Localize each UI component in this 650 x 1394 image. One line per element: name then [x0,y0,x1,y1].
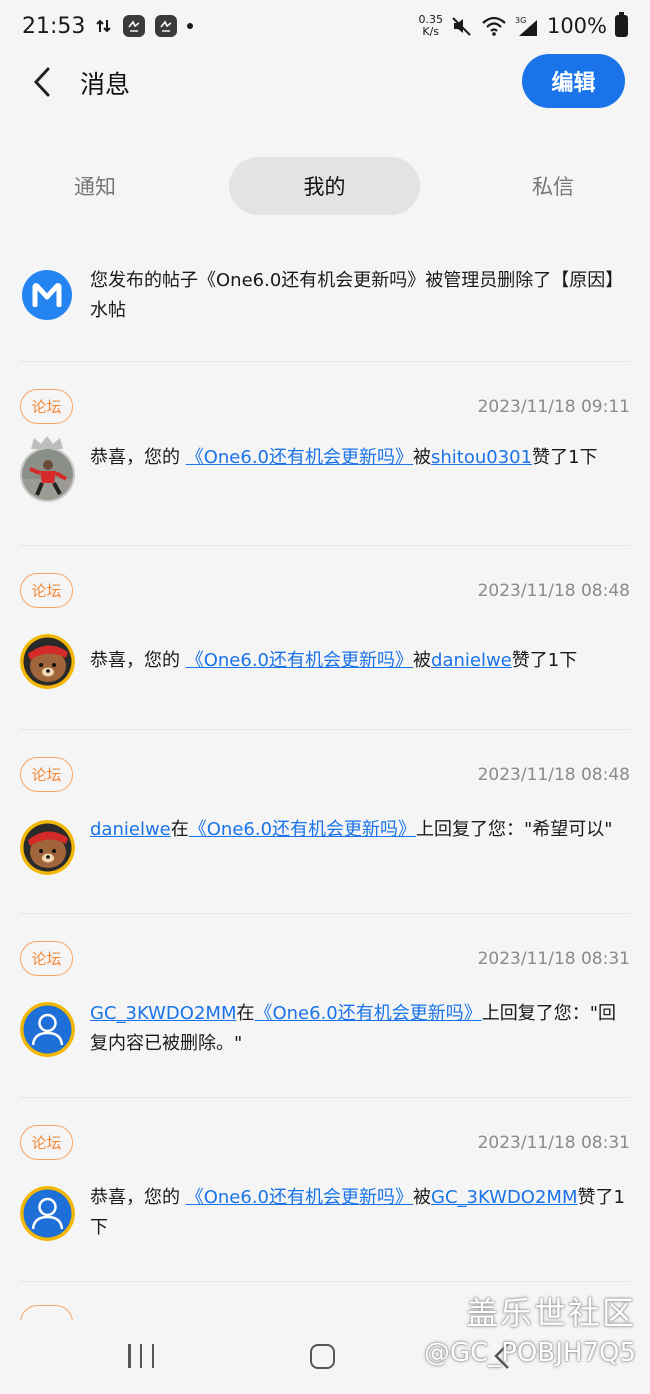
status-time: 21:53 [22,13,86,39]
message-middle: 被 [413,447,432,468]
divider [20,913,630,914]
speed-unit: K/s [422,25,440,38]
divider [20,1281,630,1282]
crown-icon [31,436,63,449]
members-logo-avatar [22,270,72,320]
data-transfer-icon [96,19,112,33]
default-user-avatar [20,1186,75,1241]
message-prefix: 恭喜，您的 [90,447,186,468]
list-item[interactable]: 论坛 2023/11/18 08:48 恭喜，您的 《One6.0还有机会更新吗… [0,573,650,693]
user-avatar[interactable] [20,634,75,689]
edit-button[interactable]: 编辑 [522,54,625,108]
status-bar: 21:53 0.35 K/s 3G 100% [0,0,650,52]
m-logo-icon [32,283,62,307]
home-button[interactable] [310,1344,335,1369]
notification-text: 恭喜，您的 《One6.0还有机会更新吗》被danielwe赞了1下 [90,646,630,676]
more-notifications-dot [187,23,194,29]
watermark-user: @GC_POBJH7Q5 [423,1338,636,1368]
app-notification-icon [155,15,178,37]
message-suffix: 赞了1下 [511,650,578,671]
post-link[interactable]: 《One6.0还有机会更新吗》 [186,1187,413,1208]
watermark-title: 盖乐世社区 [465,1294,636,1332]
network-type: 3G [515,16,526,25]
list-item[interactable]: 论坛 2023/11/18 08:48 danielwe在《One6.0还有机会… [0,757,650,887]
user-link[interactable]: danielwe [431,650,512,671]
user-avatar[interactable] [20,820,75,875]
status-right: 0.35 K/s 3G 100% [418,12,628,38]
message-middle: 在 [236,1003,255,1024]
forum-tag: 论坛 [20,1125,73,1160]
notification-text: 恭喜，您的 《One6.0还有机会更新吗》被GC_3KWDO2MM赞了1下 [90,1183,630,1243]
tab-notifications[interactable]: 通知 [20,157,170,215]
forum-tag: 论坛 [20,389,73,424]
message-suffix: 赞了1下 [532,447,598,468]
back-button[interactable] [24,62,60,102]
chevron-left-icon [33,67,50,97]
timestamp: 2023/11/18 08:31 [477,949,630,969]
app-notification-icon [123,15,146,37]
divider [20,545,630,546]
list-item[interactable]: 论坛 2023/11/18 08:31 GC_3KWDO2MM在《One6.0还… [0,941,650,1071]
message-suffix: 上回复了您："希望可以" [416,819,613,840]
wifi-icon [482,16,506,36]
notification-text: danielwe在《One6.0还有机会更新吗》上回复了您："希望可以" [90,815,630,845]
default-user-avatar [20,1002,75,1057]
battery-icon [615,12,628,37]
timestamp: 2023/11/18 08:48 [477,765,630,785]
mute-icon [452,17,471,36]
header: 消息 编辑 [0,52,650,112]
message-middle: 被 [413,1187,432,1208]
notification-text: GC_3KWDO2MM在《One6.0还有机会更新吗》上回复了您："回复内容已被… [90,999,630,1059]
message-middle: 被 [413,650,432,671]
post-link[interactable]: 《One6.0还有机会更新吗》 [186,447,413,468]
status-left: 21:53 [22,13,194,39]
signal-icon: 3G [515,16,537,36]
divider [20,1097,630,1098]
forum-tag: 论坛 [20,941,73,976]
list-item[interactable]: 论坛 2023/11/18 08:31 恭喜，您的 《One6.0还有机会更新吗… [0,1125,650,1255]
brown-bear-avatar [20,634,75,689]
tab-private-messages[interactable]: 私信 [478,157,628,215]
message-middle: 在 [170,819,189,840]
message-prefix: 恭喜，您的 [90,650,186,671]
divider [20,729,630,730]
post-link[interactable]: 《One6.0还有机会更新吗》 [189,819,416,840]
forum-tag: 论坛 [20,757,73,792]
page-title: 消息 [80,70,131,99]
timestamp: 2023/11/18 08:48 [477,581,630,601]
tab-mine[interactable]: 我的 [229,157,420,215]
timestamp: 2023/11/18 09:11 [477,397,630,417]
forum-tag: 论坛 [20,573,73,608]
user-link[interactable]: shitou0301 [431,447,532,468]
system-message[interactable]: 您发布的帖子《One6.0还有机会更新吗》被管理员删除了【原因】水帖 [0,262,650,362]
user-avatar[interactable] [20,436,75,502]
user-avatar[interactable] [20,1186,75,1241]
network-speed: 0.35 K/s [418,14,443,38]
post-link[interactable]: 《One6.0还有机会更新吗》 [254,1003,481,1024]
user-link[interactable]: GC_3KWDO2MM [431,1187,577,1208]
list-item[interactable]: 论坛 2023/11/18 09:11 恭喜，您的 《One6.0还有机会更新吗… [0,389,650,519]
post-link[interactable]: 《One6.0还有机会更新吗》 [186,650,413,671]
user-photo [22,449,73,500]
system-message-text: 您发布的帖子《One6.0还有机会更新吗》被管理员删除了【原因】水帖 [90,270,624,321]
battery-percent: 100% [546,14,607,38]
user-link[interactable]: danielwe [90,819,171,840]
user-link[interactable]: GC_3KWDO2MM [90,1003,236,1024]
notification-text: 恭喜，您的 《One6.0还有机会更新吗》被shitou0301赞了1下 [90,443,630,473]
tab-bar: 通知 我的 私信 [0,157,650,215]
brown-bear-avatar [20,820,75,875]
message-prefix: 恭喜，您的 [90,1187,186,1208]
user-avatar[interactable] [20,1002,75,1057]
divider [20,361,630,362]
recent-apps-button[interactable] [128,1344,154,1368]
timestamp: 2023/11/18 08:31 [477,1133,630,1153]
